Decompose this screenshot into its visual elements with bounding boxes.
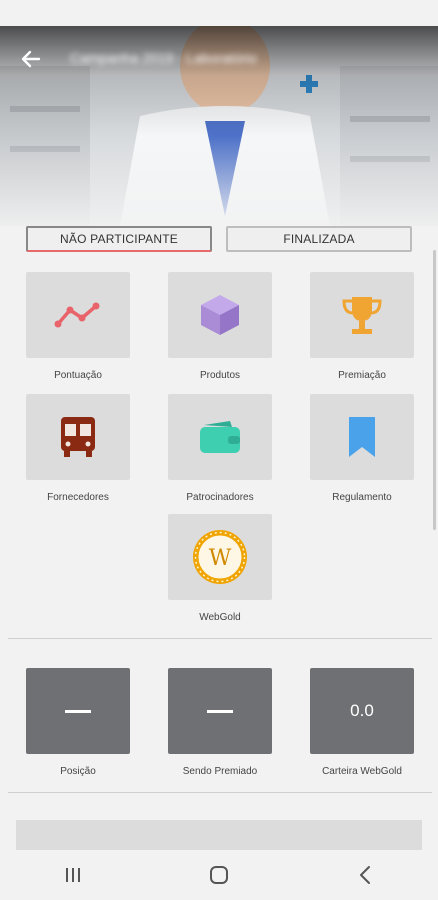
- tile-box: [310, 272, 414, 358]
- stat-position: Posição: [26, 668, 130, 777]
- nav-back-button[interactable]: [335, 855, 395, 895]
- box-icon: [201, 295, 239, 335]
- back-icon: [360, 866, 370, 884]
- empty-value-dash: [65, 709, 91, 713]
- tile-label: Regulamento: [332, 492, 392, 503]
- stat-wallet: 0.0 Carteira WebGold: [310, 668, 414, 777]
- campaign-state-button[interactable]: FINALIZADA: [226, 226, 412, 252]
- stat-label: Sendo Premiado: [182, 766, 258, 777]
- bus-icon: [61, 417, 95, 457]
- menu-tile-pontuacao[interactable]: Pontuação: [26, 272, 130, 381]
- menu-tile-patrocinadores[interactable]: Patrocinadores: [168, 394, 272, 503]
- stat-label: Carteira WebGold: [322, 766, 402, 777]
- menu-tile-premiacao[interactable]: Premiação: [310, 272, 414, 381]
- divider: [8, 638, 432, 639]
- tile-box: W: [168, 514, 272, 600]
- tile-label: WebGold: [199, 612, 241, 623]
- campaign-title: Campanha 2019 - Laboratório: [70, 50, 257, 66]
- line-chart-icon: [54, 302, 100, 328]
- svg-text:W: W: [209, 546, 232, 571]
- wallet-icon: [200, 421, 240, 453]
- menu-tile-webgold[interactable]: W WebGold: [168, 514, 272, 623]
- empty-value-dash: [207, 709, 233, 713]
- tile-label: Fornecedores: [47, 492, 109, 503]
- tile-label: Produtos: [199, 370, 241, 381]
- scrollbar[interactable]: [433, 250, 436, 530]
- tile-box: [168, 272, 272, 358]
- stat-label: Posição: [60, 766, 96, 777]
- hero-banner: Campanha 2019 - Laboratório: [0, 26, 438, 226]
- recents-icon: [66, 868, 80, 882]
- tile-box: [26, 394, 130, 480]
- stat-box: [26, 668, 130, 754]
- divider: [8, 792, 432, 793]
- home-icon: [210, 866, 228, 884]
- status-bar: [0, 0, 438, 26]
- bookmark-icon: [349, 417, 375, 457]
- home-button[interactable]: [189, 855, 249, 895]
- status-row: NÃO PARTICIPANTE FINALIZADA: [26, 226, 412, 252]
- menu-tile-regulamento[interactable]: Regulamento: [310, 394, 414, 503]
- tile-label: Premiação: [338, 370, 386, 381]
- trophy-icon: [342, 297, 382, 334]
- back-button[interactable]: [14, 42, 48, 76]
- tile-label: Patrocinadores: [186, 492, 254, 503]
- tile-box: [168, 394, 272, 480]
- menu-tile-fornecedores[interactable]: Fornecedores: [26, 394, 130, 503]
- arrow-left-icon: [21, 50, 41, 68]
- system-nav-bar: [0, 850, 438, 900]
- wallet-value: 0.0: [310, 668, 414, 754]
- tile-box: [310, 394, 414, 480]
- participation-status-button[interactable]: NÃO PARTICIPANTE: [26, 226, 212, 252]
- tile-box: [26, 272, 130, 358]
- menu-tile-produtos[interactable]: Produtos: [168, 272, 272, 381]
- stat-box: [168, 668, 272, 754]
- tile-label: Pontuação: [54, 370, 102, 381]
- webgold-coin-icon: W: [193, 530, 247, 584]
- stat-awarded: Sendo Premiado: [168, 668, 272, 777]
- recents-button[interactable]: [43, 855, 103, 895]
